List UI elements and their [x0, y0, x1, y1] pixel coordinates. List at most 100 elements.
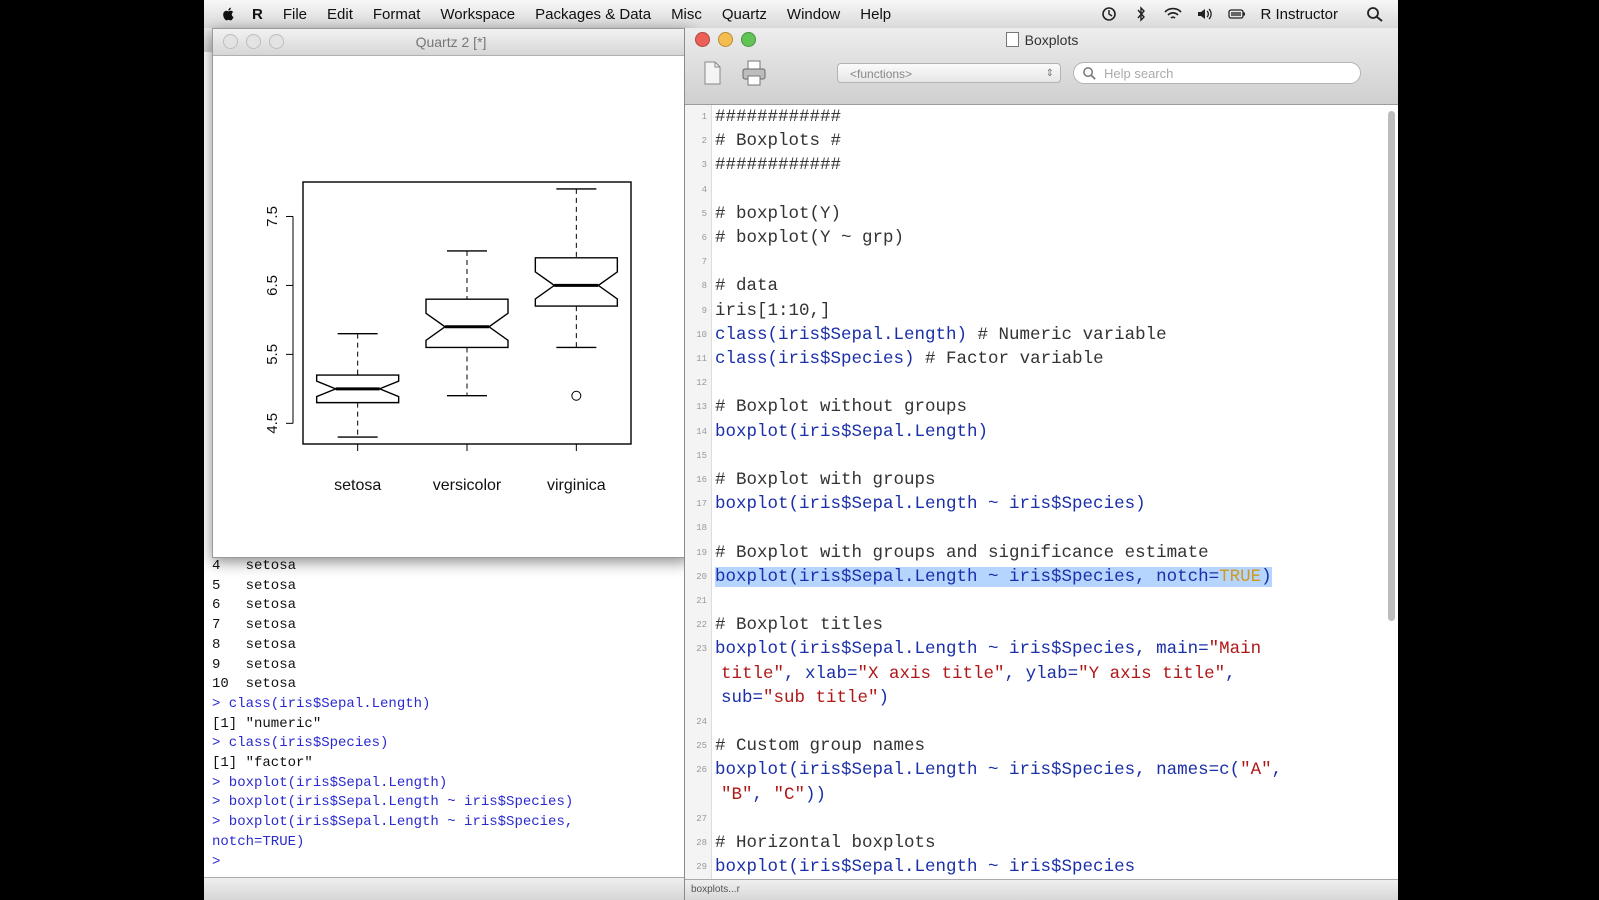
code-line: # Custom group names: [715, 736, 926, 757]
code-line: title", xlab="X axis title", ylab="Y axi…: [721, 663, 1236, 684]
menu-r[interactable]: R: [252, 6, 263, 23]
code-line: ############: [715, 107, 842, 127]
menu-help[interactable]: Help: [860, 6, 891, 23]
boxplot-chart: 4.5 5.5 6.5 7.5 setosa versicolor virginica: [264, 181, 632, 494]
line-number: 14: [696, 426, 707, 437]
console-input-line: >: [212, 853, 221, 870]
line-number: 15: [696, 450, 707, 461]
quartz-title-bar[interactable]: Quartz 2 [*]: [213, 29, 689, 56]
quartz-title: Quartz 2 [*]: [415, 34, 487, 50]
code-line: # Horizontal boxplots: [715, 833, 936, 853]
code-editor[interactable]: 1 2 3 4 5 6 7 8 9 10 11 12 13 14 15 16 17 18 19 20 21 22 23 24 2…: [685, 105, 1398, 880]
script-editor-window: Boxplots <functions> ⇕ Help search 123456…: [684, 28, 1398, 900]
code-line: # data: [715, 276, 779, 297]
code-line: # boxplot(Y): [715, 203, 842, 224]
y-tick-label: 4.5: [264, 413, 281, 434]
code-line: class(iris$Species) # Factor variable: [715, 349, 1104, 369]
console-input-line: > boxplot(iris$Sepal.Length ~ iris$Speci…: [212, 814, 574, 831]
line-number: 11: [696, 354, 707, 364]
y-tick-label: 5.5: [264, 344, 281, 365]
x-tick-label: setosa: [334, 477, 381, 494]
line-number: 22: [696, 620, 707, 631]
console-output-line: 8 setosa: [212, 636, 297, 653]
console-input-line: notch=TRUE): [212, 833, 305, 850]
new-document-icon[interactable]: [695, 56, 729, 90]
code-line: # Boxplot with groups and significance e…: [715, 542, 1209, 563]
line-number: 23: [696, 644, 707, 655]
line-number: 10: [696, 329, 707, 340]
menu-workspace[interactable]: Workspace: [440, 6, 515, 23]
code-line: # Boxplots #: [715, 131, 842, 152]
spotlight-search-icon[interactable]: [1366, 6, 1384, 22]
menu-file[interactable]: File: [283, 6, 307, 23]
bluetooth-icon[interactable]: [1132, 6, 1150, 22]
line-number: 27: [696, 813, 707, 824]
menu-window[interactable]: Window: [787, 6, 840, 23]
console-output-line: 9 setosa: [212, 656, 297, 673]
notched-box-versicolor: [425, 298, 509, 349]
console-output-line: 5 setosa: [212, 577, 297, 594]
close-button[interactable]: [223, 34, 238, 49]
editor-title: Boxplots: [685, 32, 1398, 48]
menu-format[interactable]: Format: [373, 6, 421, 23]
line-number: 8: [701, 281, 707, 292]
minimize-button[interactable]: [246, 34, 261, 49]
code-line: boxplot(iris$Sepal.Length ~ iris$Species: [715, 857, 1136, 878]
code-line: boxplot(iris$Sepal.Length): [715, 421, 989, 442]
selected-code: boxplot(iris$Sepal.Length ~ iris$Species…: [715, 566, 1272, 587]
vertical-scrollbar[interactable]: [1388, 111, 1395, 621]
print-icon[interactable]: [737, 56, 771, 90]
code-line: boxplot(iris$Sepal.Length ~ iris$Species…: [715, 760, 1283, 781]
code-line: iris[1:10,]: [715, 300, 831, 321]
console-output-line: [1] "factor": [212, 755, 313, 771]
code-line: boxplot(iris$Sepal.Length ~ iris$Species…: [715, 639, 1262, 660]
line-number: 1: [701, 112, 707, 122]
code-line: # boxplot(Y ~ grp): [715, 228, 905, 248]
line-number: 28: [696, 838, 707, 848]
apple-menu-icon[interactable]: [220, 5, 238, 23]
y-tick-label: 7.5: [264, 206, 281, 227]
notched-box-virginica: [534, 257, 619, 307]
volume-icon[interactable]: [1196, 6, 1214, 22]
zoom-button[interactable]: [269, 34, 284, 49]
code-line: # Boxplot without groups: [715, 397, 968, 418]
console-input-line: > boxplot(iris$Sepal.Length): [212, 774, 448, 791]
line-number: 13: [696, 402, 707, 413]
battery-icon[interactable]: [1228, 6, 1246, 22]
console-status-bar: [204, 877, 692, 900]
line-number: 6: [701, 233, 707, 243]
help-search-input[interactable]: Help search: [1073, 62, 1361, 84]
line-number: 18: [696, 523, 707, 534]
console-output-line: 7 setosa: [212, 617, 297, 634]
user-name[interactable]: R Instructor: [1260, 6, 1338, 23]
time-machine-icon[interactable]: [1100, 6, 1118, 22]
console-output-line: 6 setosa: [212, 597, 297, 614]
code-line: "B", "C")): [721, 784, 827, 805]
editor-toolbar: Boxplots <functions> ⇕ Help search: [685, 28, 1398, 105]
console-output-line: 4 setosa: [212, 558, 297, 574]
menu-edit[interactable]: Edit: [327, 6, 353, 23]
line-number: 9: [701, 305, 707, 316]
line-number: 3: [701, 160, 707, 171]
line-number: 26: [696, 765, 707, 776]
document-icon: [1005, 32, 1019, 47]
console-input-line: > boxplot(iris$Sepal.Length ~ iris$Speci…: [212, 794, 574, 811]
chevron-updown-icon: ⇕: [1045, 68, 1054, 79]
console-input-line: > class(iris$Species): [212, 735, 389, 752]
menu-packages-data[interactable]: Packages & Data: [535, 6, 651, 23]
line-number: 20: [696, 571, 707, 582]
line-number: 16: [696, 475, 707, 485]
x-tick-label: virginica: [547, 477, 606, 494]
functions-dropdown[interactable]: <functions> ⇕: [837, 63, 1061, 83]
y-tick-label: 6.5: [264, 275, 281, 296]
line-number: 2: [701, 136, 707, 147]
wifi-icon[interactable]: [1164, 6, 1183, 22]
menu-misc[interactable]: Misc: [671, 6, 702, 23]
line-number: 25: [696, 741, 707, 752]
line-number: 5: [701, 208, 707, 219]
menu-quartz[interactable]: Quartz: [722, 6, 767, 23]
line-number: 21: [696, 596, 707, 606]
line-number: 7: [701, 257, 707, 268]
code-line: class(iris$Sepal.Length) # Numeric varia…: [715, 324, 1167, 345]
line-number: 29: [696, 862, 707, 873]
